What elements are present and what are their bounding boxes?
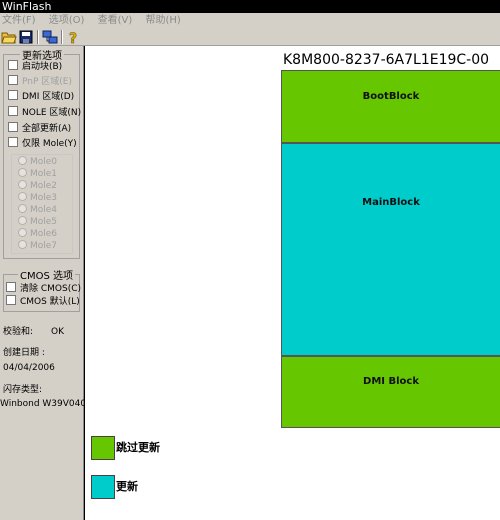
dmi-block-region: DMI Block xyxy=(281,356,500,428)
save-icon[interactable] xyxy=(18,29,34,45)
checksum-row: 校验和: OK xyxy=(3,324,64,337)
svg-text:?: ? xyxy=(69,31,77,45)
menu-help[interactable]: 帮助(H) xyxy=(145,15,180,26)
option-bootblock[interactable]: 启动块(B) xyxy=(8,60,62,73)
toolbar: ? xyxy=(0,28,500,46)
checkbox[interactable] xyxy=(6,282,16,292)
checkbox[interactable] xyxy=(8,106,18,116)
option-clear-cmos[interactable]: 清除 CMOS(C) xyxy=(6,282,81,295)
flash-type-label: 闪存类型: xyxy=(3,385,43,395)
checkbox[interactable] xyxy=(8,75,18,85)
radio[interactable] xyxy=(18,204,27,213)
title-bar: WinFlash xyxy=(0,0,500,13)
option-cmos-default[interactable]: CMOS 默认(L) xyxy=(6,295,80,308)
checkbox[interactable] xyxy=(6,295,16,305)
legend-label-update: 更新 xyxy=(116,480,138,493)
radio[interactable] xyxy=(18,192,27,201)
checkbox[interactable] xyxy=(8,137,18,147)
checkbox[interactable] xyxy=(8,60,18,70)
checkbox[interactable] xyxy=(8,90,18,100)
mainblock-region: MainBlock xyxy=(281,143,500,356)
build-date-value: 04/04/2006 xyxy=(3,363,55,373)
option-pnp[interactable]: PnP 区域(E) xyxy=(8,75,72,88)
cmos-options-title: CMOS 选项 xyxy=(18,267,76,282)
checkbox[interactable] xyxy=(8,122,18,132)
bios-id: K8M800-8237-6A7L1E19C-00 xyxy=(283,52,490,68)
bootblock-region: BootBlock xyxy=(281,70,500,143)
menu-options[interactable]: 选项(O) xyxy=(49,15,85,26)
toolbar-separator xyxy=(37,30,39,44)
radio[interactable] xyxy=(18,216,27,225)
network-icon[interactable] xyxy=(42,29,58,45)
dmi-block-label: DMI Block xyxy=(363,376,419,387)
window-title: WinFlash xyxy=(2,0,52,13)
option-nole[interactable]: NOLE 区域(N) xyxy=(8,106,81,119)
legend-swatch-update xyxy=(91,475,115,499)
build-date-label: 创建日期 : xyxy=(3,348,45,358)
bootblock-label: BootBlock xyxy=(362,91,420,102)
mainblock-label: MainBlock xyxy=(362,197,420,208)
checksum-value: OK xyxy=(51,327,65,337)
legend-label-skip: 跳过更新 xyxy=(116,441,160,454)
radio[interactable] xyxy=(18,180,27,189)
menu-bar: 文件(F) 选项(O) 查看(V) 帮助(H) xyxy=(0,13,500,28)
mole-radio[interactable]: Mole7 xyxy=(18,240,57,253)
checksum-label: 校验和: xyxy=(3,327,34,337)
option-dmi[interactable]: DMI 区域(D) xyxy=(8,90,74,103)
flash-map-panel: K8M800-8237-6A7L1E19C-00 BootBlock MainB… xyxy=(85,46,500,520)
radio[interactable] xyxy=(18,156,27,165)
help-icon[interactable]: ? xyxy=(65,29,81,45)
open-icon[interactable] xyxy=(1,29,17,45)
menu-file[interactable]: 文件(F) xyxy=(2,15,36,26)
menu-view[interactable]: 查看(V) xyxy=(98,15,133,26)
options-panel: 更新选项 启动块(B) PnP 区域(E) DMI 区域(D) NOLE 区域(… xyxy=(0,46,98,520)
option-all[interactable]: 全部更新(A) xyxy=(8,122,71,135)
radio[interactable] xyxy=(18,240,27,249)
legend-swatch-skip xyxy=(91,436,115,460)
flash-type-value: Winbond W39V040AP xyxy=(0,399,98,409)
radio[interactable] xyxy=(18,168,27,177)
option-mole-only[interactable]: 仅限 Mole(Y) xyxy=(8,137,77,150)
toolbar-separator xyxy=(61,30,63,44)
radio[interactable] xyxy=(18,228,27,237)
